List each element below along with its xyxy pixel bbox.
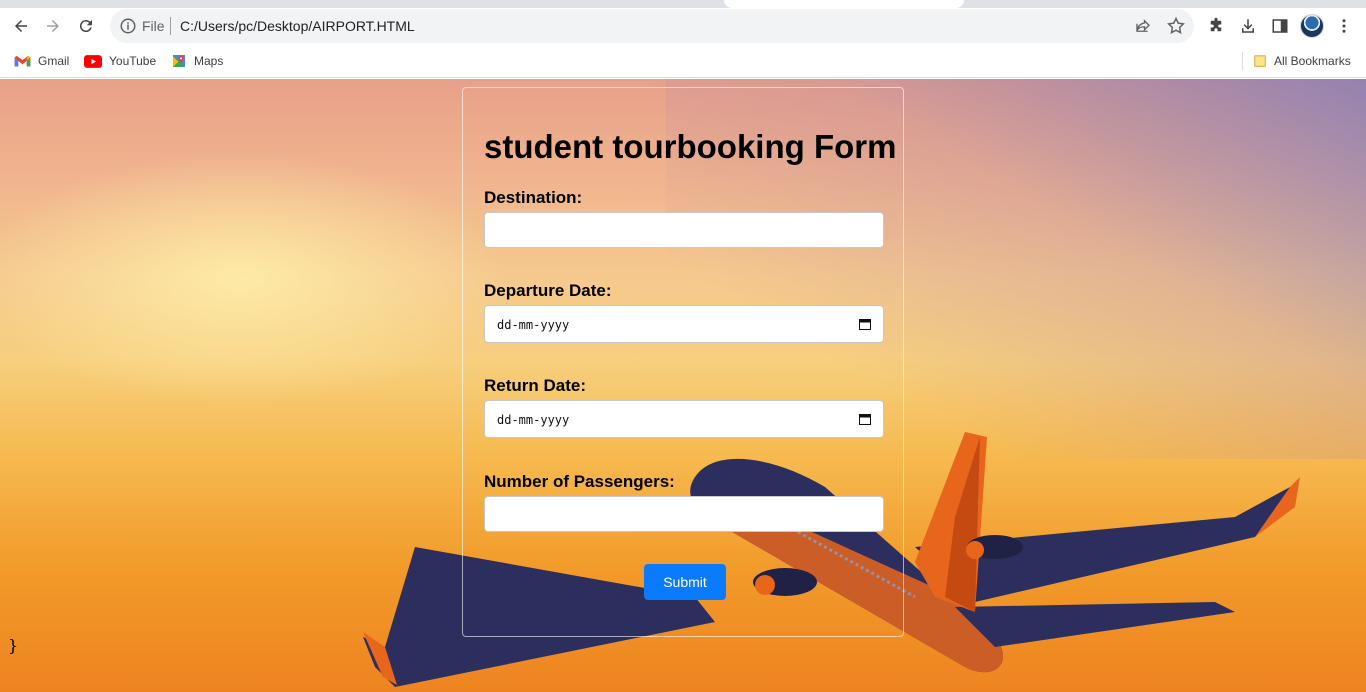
calendar-icon[interactable] [859, 318, 871, 330]
tab-strip [0, 0, 1366, 8]
bookmark-label: Maps [194, 54, 224, 68]
bookmark-maps[interactable]: Maps [171, 53, 223, 69]
form-title: student tourbooking Form [484, 128, 897, 165]
reload-button[interactable] [73, 13, 99, 39]
gmail-icon [14, 55, 31, 66]
bookmark-star-icon[interactable] [1166, 16, 1186, 36]
bookmarks-divider [1242, 52, 1243, 70]
all-bookmarks-label: All Bookmarks [1274, 54, 1351, 68]
departure-date-input[interactable]: dd-mm-yyyy [484, 305, 884, 343]
menu-button[interactable] [1334, 16, 1354, 36]
stray-text: } [8, 636, 19, 655]
bookmarks-bar: Gmail YouTube Maps All Bookmarks [0, 44, 1366, 78]
maps-icon [173, 55, 185, 67]
puzzle-icon [1210, 17, 1222, 32]
share-icon[interactable] [1134, 17, 1152, 35]
url-scheme: File [142, 18, 165, 34]
back-button[interactable] [8, 13, 34, 39]
url-text[interactable]: C:/Users/pc/Desktop/AIRPORT.HTML [180, 18, 415, 34]
departure-date-value: dd-mm-yyyy [497, 318, 570, 332]
bookmark-label: Gmail [38, 54, 70, 68]
extensions-button[interactable] [1206, 16, 1226, 36]
profile-avatar[interactable] [1300, 14, 1324, 38]
back-arrow-icon [15, 20, 27, 32]
booking-form: student tourbooking Form Destination: De… [462, 87, 904, 637]
forward-button[interactable] [40, 13, 66, 39]
side-panel-icon [1272, 19, 1288, 33]
address-bar[interactable]: File C:/Users/pc/Desktop/AIRPORT.HTML [110, 9, 1194, 43]
destination-label: Destination: [484, 188, 583, 207]
page-viewport: } student tourbooking Form Destination: … [0, 79, 1366, 692]
active-tab[interactable] [724, 0, 964, 8]
bookmark-youtube[interactable]: YouTube [84, 53, 156, 69]
browser-toolbar: File C:/Users/pc/Desktop/AIRPORT.HTML [0, 8, 1366, 44]
passengers-label: Number of Passengers: [484, 472, 675, 491]
return-date-input[interactable]: dd-mm-yyyy [484, 400, 884, 438]
departure-date-label: Departure Date: [484, 281, 612, 300]
return-date-label: Return Date: [484, 376, 587, 395]
url-separator [170, 17, 171, 35]
reload-icon [79, 20, 92, 33]
kebab-menu-icon [1342, 19, 1346, 33]
destination-input[interactable] [484, 212, 884, 248]
forward-arrow-icon [47, 20, 59, 32]
info-icon[interactable] [119, 17, 137, 35]
download-icon [1242, 19, 1254, 33]
bookmark-gmail[interactable]: Gmail [14, 53, 69, 69]
calendar-icon[interactable] [859, 413, 871, 425]
submit-button[interactable]: Submit [644, 564, 726, 600]
bookmark-label: YouTube [109, 54, 157, 68]
folder-icon [1254, 55, 1266, 67]
side-panel-button[interactable] [1270, 16, 1290, 36]
downloads-button[interactable] [1238, 16, 1258, 36]
return-date-value: dd-mm-yyyy [497, 413, 570, 427]
youtube-icon [84, 54, 102, 68]
passengers-input[interactable] [484, 496, 884, 532]
all-bookmarks-button[interactable]: All Bookmarks [1253, 53, 1351, 69]
